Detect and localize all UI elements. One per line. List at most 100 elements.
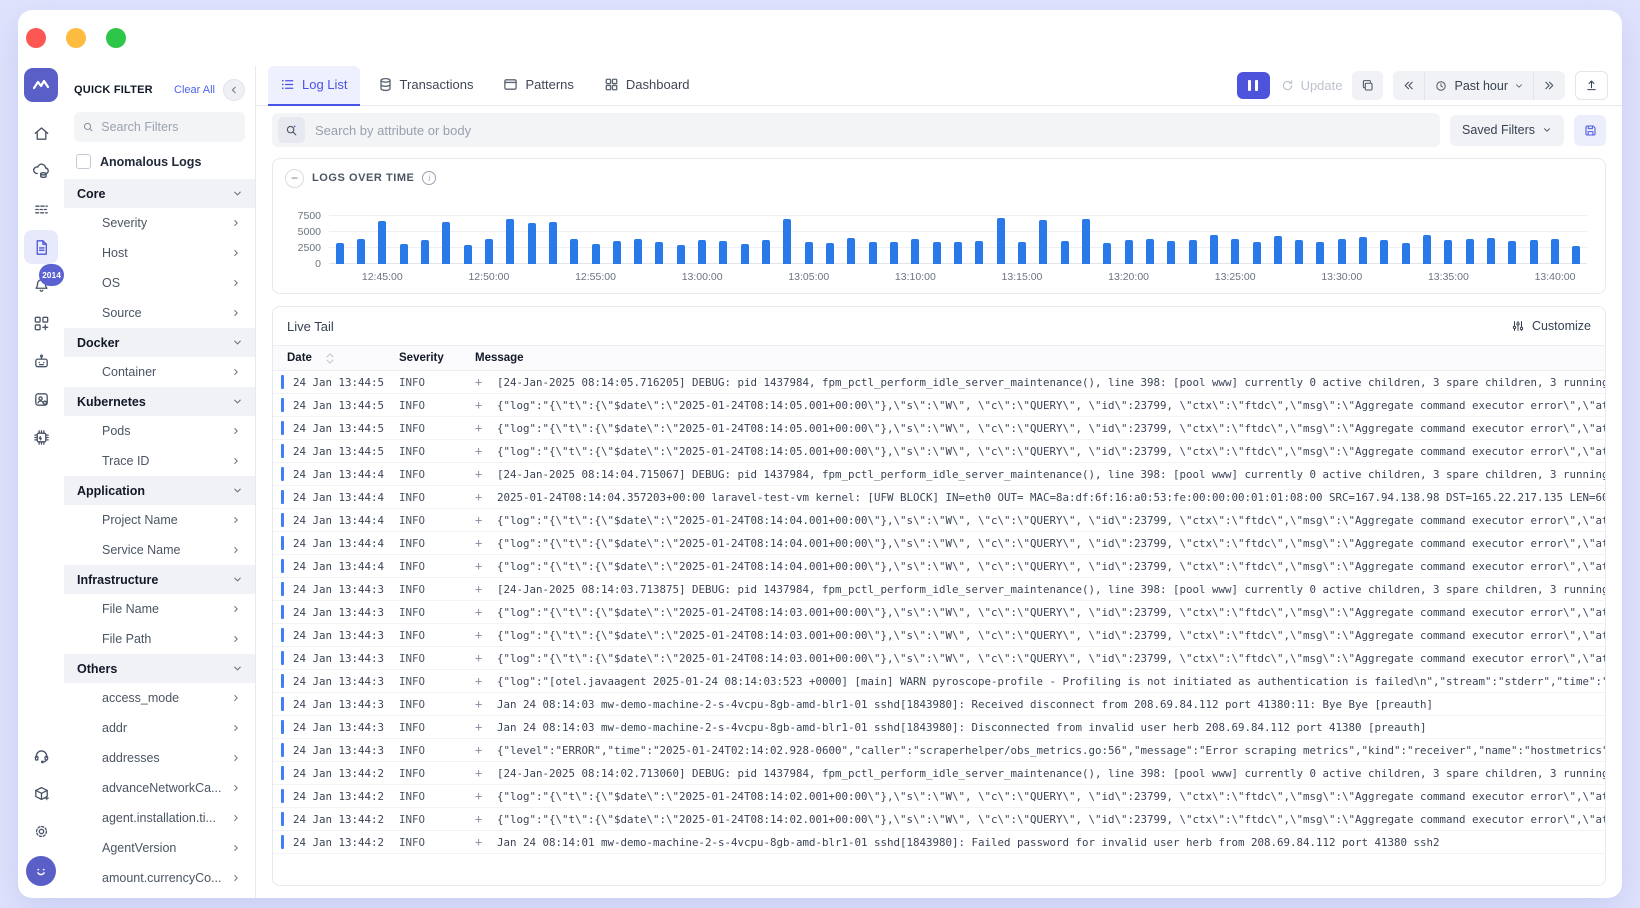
time-range-selector[interactable]: Past hour xyxy=(1424,71,1533,100)
log-search-box[interactable] xyxy=(272,113,1440,147)
log-row[interactable]: 24 Jan 13:44:4 INFO + 2025-01-24T08:14:0… xyxy=(273,486,1605,509)
chart-bar[interactable] xyxy=(464,245,472,264)
chart-bar[interactable] xyxy=(933,242,941,264)
export-button[interactable] xyxy=(1575,71,1608,100)
chart-bar[interactable] xyxy=(634,239,642,264)
shift-back-button[interactable] xyxy=(1393,71,1424,100)
filter-item[interactable]: File Path xyxy=(74,624,245,654)
filter-section-header[interactable]: Docker xyxy=(64,328,255,357)
filter-item[interactable]: Service Name xyxy=(74,535,245,565)
chart-bar[interactable] xyxy=(869,242,877,264)
expand-row-button[interactable]: + xyxy=(475,743,497,757)
tab-transactions[interactable]: Transactions xyxy=(366,66,486,106)
chart-bar[interactable] xyxy=(997,218,1005,264)
filter-section-header[interactable]: Core xyxy=(64,179,255,208)
chart-bar[interactable] xyxy=(1359,237,1367,264)
chart-bar[interactable] xyxy=(1423,235,1431,264)
expand-row-button[interactable]: + xyxy=(475,421,497,435)
chart-bar[interactable] xyxy=(613,241,621,264)
alerts-bell-icon[interactable]: 2014 xyxy=(24,268,58,302)
chart-bar[interactable] xyxy=(1231,239,1239,264)
chart-bar[interactable] xyxy=(783,219,791,264)
expand-row-button[interactable]: + xyxy=(475,628,497,642)
log-row[interactable]: 24 Jan 13:44:3 INFO + Jan 24 08:14:03 mw… xyxy=(273,693,1605,716)
expand-row-button[interactable]: + xyxy=(475,490,497,504)
infrastructure-cloud-icon[interactable] xyxy=(24,154,58,188)
column-date[interactable]: Date xyxy=(287,352,312,364)
chart-bar[interactable] xyxy=(1146,239,1154,264)
customize-button[interactable]: Customize xyxy=(1511,319,1591,333)
chart-bar[interactable] xyxy=(1103,243,1111,264)
log-row[interactable]: 24 Jan 13:44:4 INFO + {"log":"{\"t\":{\"… xyxy=(273,555,1605,578)
expand-row-button[interactable]: + xyxy=(475,812,497,826)
filter-search-input[interactable] xyxy=(101,120,237,134)
expand-row-button[interactable]: + xyxy=(475,697,497,711)
chart-bar[interactable] xyxy=(762,240,770,264)
user-avatar[interactable] xyxy=(26,856,56,886)
chart-bar[interactable] xyxy=(378,221,386,264)
log-row[interactable]: 24 Jan 13:44:3 INFO + {"log":"[otel.java… xyxy=(273,670,1605,693)
chart-bar[interactable] xyxy=(1210,235,1218,264)
chart-bar[interactable] xyxy=(570,239,578,264)
expand-row-button[interactable]: + xyxy=(475,605,497,619)
filter-item[interactable]: File Name xyxy=(74,594,245,624)
log-row[interactable]: 24 Jan 13:44:3 INFO + {"log":"{\"t\":{\"… xyxy=(273,624,1605,647)
chart-bar[interactable] xyxy=(1551,239,1559,264)
sort-icon[interactable] xyxy=(326,353,334,364)
log-row[interactable]: 24 Jan 13:44:5 INFO + {"log":"{\"t\":{\"… xyxy=(273,394,1605,417)
minimize-window-button[interactable] xyxy=(66,28,86,48)
log-row[interactable]: 24 Jan 13:44:2 INFO + {"log":"{\"t\":{\"… xyxy=(273,785,1605,808)
filter-item[interactable]: advanceNetworkCa... xyxy=(74,773,245,803)
tab-patterns[interactable]: Patterns xyxy=(491,66,585,106)
chart-bar[interactable] xyxy=(719,241,727,264)
ai-bot-icon[interactable] xyxy=(24,344,58,378)
column-message[interactable]: Message xyxy=(475,352,1605,364)
chip-icon[interactable] xyxy=(24,420,58,454)
filter-item[interactable]: OS xyxy=(74,268,245,298)
chart-bar[interactable] xyxy=(336,243,344,264)
chart-bar[interactable] xyxy=(975,241,983,264)
support-headset-icon[interactable] xyxy=(24,738,58,772)
log-search-input[interactable] xyxy=(315,123,1434,138)
pause-live-tail-button[interactable] xyxy=(1237,72,1270,99)
chart-bar[interactable] xyxy=(954,242,962,264)
chart-bar[interactable] xyxy=(1274,236,1282,264)
filter-item[interactable]: agent.installation.ti... xyxy=(74,803,245,833)
chart-bar[interactable] xyxy=(1466,239,1474,264)
chart-bar[interactable] xyxy=(805,242,813,264)
filter-item[interactable]: addresses xyxy=(74,743,245,773)
chart-bar[interactable] xyxy=(1039,220,1047,264)
close-window-button[interactable] xyxy=(26,28,46,48)
chart-bar[interactable] xyxy=(1061,241,1069,264)
chart-bar[interactable] xyxy=(1402,243,1410,264)
filter-item[interactable]: Pods xyxy=(74,416,245,446)
shift-forward-button[interactable] xyxy=(1533,71,1565,100)
log-row[interactable]: 24 Jan 13:44:5 INFO + {"log":"{\"t\":{\"… xyxy=(273,440,1605,463)
chart-bar[interactable] xyxy=(1508,241,1516,264)
filter-section-header[interactable]: Kubernetes xyxy=(64,387,255,416)
maximize-window-button[interactable] xyxy=(106,28,126,48)
chart-bar[interactable] xyxy=(1167,241,1175,264)
filter-item[interactable]: Container xyxy=(74,357,245,387)
clear-all-link[interactable]: Clear All xyxy=(174,84,215,96)
install-integration-box-icon[interactable] xyxy=(24,776,58,810)
expand-row-button[interactable]: + xyxy=(475,789,497,803)
chart-bar[interactable] xyxy=(357,239,365,264)
chart-bar[interactable] xyxy=(1530,240,1538,264)
chart-bar[interactable] xyxy=(1253,242,1261,264)
expand-row-button[interactable]: + xyxy=(475,444,497,458)
filter-item[interactable]: Project Name xyxy=(74,505,245,535)
tab-log-list[interactable]: Log List xyxy=(268,66,360,106)
expand-row-button[interactable]: + xyxy=(475,582,497,596)
expand-row-button[interactable]: + xyxy=(475,720,497,734)
filter-item[interactable]: Source xyxy=(74,298,245,328)
column-severity[interactable]: Severity xyxy=(399,352,475,364)
info-icon[interactable]: i xyxy=(422,171,436,185)
chart-bar[interactable] xyxy=(741,244,749,264)
logs-icon[interactable] xyxy=(24,230,58,264)
chart-bar[interactable] xyxy=(698,240,706,264)
chart-bar[interactable] xyxy=(485,239,493,264)
log-row[interactable]: 24 Jan 13:44:2 INFO + Jan 24 08:14:01 mw… xyxy=(273,831,1605,854)
chart-bar[interactable] xyxy=(1189,240,1197,264)
filter-section-header[interactable]: Infrastructure xyxy=(64,565,255,594)
